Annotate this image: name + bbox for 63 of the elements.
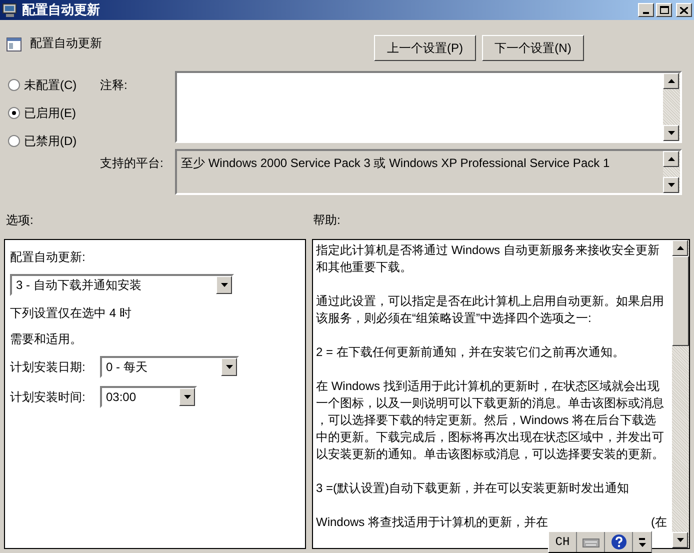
comment-label: 注释: — [100, 77, 128, 94]
policy-icon — [6, 36, 22, 52]
scroll-down-button[interactable] — [663, 177, 679, 193]
field-label: 计划安装日期: — [10, 359, 86, 376]
arrow-icon — [220, 283, 228, 287]
platform-label: 支持的平台: — [100, 155, 164, 172]
maximize-icon — [660, 6, 668, 14]
platform-field: 至少 Windows 2000 Service Pack 3 或 Windows XP Professional Service Pack 1 — [175, 149, 682, 195]
setting-title: 配置自动更新 — [30, 35, 102, 52]
arrow-icon — [668, 183, 674, 187]
scroll-up-button[interactable] — [663, 73, 679, 89]
dropdown[interactable]: 03:00 — [100, 386, 197, 408]
scrollbar[interactable] — [663, 151, 680, 193]
help-text: 该服务，则必须在“组策略设置”中选择四个选项之一: — [316, 310, 592, 327]
dropdown[interactable]: 3 - 自动下载并通知安装 — [10, 274, 234, 296]
help-text: 指定此计算机是否将通过 Windows 自动更新服务来接收安全更新 — [316, 242, 660, 259]
scrollbar[interactable] — [672, 240, 689, 548]
window-title: 配置自动更新 — [22, 1, 101, 20]
close-button[interactable] — [676, 3, 692, 17]
arrow-icon — [668, 79, 674, 83]
help-text: 中的更新。下载完成后，图标将再次出现在状态区域中，并发出可 — [316, 429, 665, 446]
radio-option[interactable]: 已启用(E) — [8, 99, 100, 127]
arrow-icon — [668, 157, 674, 161]
help-label: 帮助: — [313, 212, 340, 229]
language-button[interactable]: CH — [549, 532, 577, 552]
scroll-up-button[interactable] — [672, 240, 688, 256]
scroll-down-button[interactable] — [663, 125, 679, 141]
radio-option[interactable]: 未配置(C) — [8, 71, 100, 99]
help-text: 和其他重要下载。 — [316, 259, 413, 276]
scroll-up-button[interactable] — [663, 151, 679, 167]
scroll-down-button[interactable] — [672, 532, 688, 548]
minimize-button[interactable] — [638, 3, 654, 17]
scroll-thumb[interactable] — [672, 256, 689, 346]
help-text: 2 = 在下载任何更新前通知，并在安装它们之前再次通知。 — [316, 344, 626, 361]
comment-field[interactable] — [175, 71, 682, 143]
previous-setting-button[interactable]: 上一个设置(P) — [374, 35, 476, 61]
note-text: 需要和适用。 — [10, 331, 83, 348]
note-text: 下列设置仅在选中 4 时 — [10, 305, 132, 322]
field-label: 配置自动更新: — [10, 249, 86, 266]
arrow-icon — [668, 131, 674, 135]
arrow-icon — [676, 246, 684, 250]
help-text: 一个图标，以及一则说明可以下载更新的消息。单击该图标或消息 — [316, 395, 665, 412]
help-text: ，可以选择要下载的特定更新。然后，Windows 将在后台下载选 — [316, 412, 658, 429]
help-text: 在 Windows 找到适用于此计算机的更新时，在状态区域就会出现 — [316, 378, 660, 395]
arrow-icon — [184, 395, 190, 399]
field-label: 计划安装时间: — [10, 389, 86, 406]
next-setting-button[interactable]: 下一个设置(N) — [482, 35, 584, 61]
arrow-icon — [676, 538, 684, 542]
help-text: 通过此设置，可以指定是否在此计算机上启用自动更新。如果启用 — [316, 293, 665, 310]
scrollbar[interactable] — [663, 73, 680, 141]
help-text: (在 — [651, 514, 667, 531]
caret-icon — [638, 542, 646, 546]
computer-icon — [2, 2, 18, 18]
minus-icon — [639, 538, 645, 540]
help-text: 以安装更新的通知。单击该图标或消息，可以选择要安装的更新。 — [316, 446, 665, 463]
maximize-button[interactable] — [656, 3, 672, 17]
arrow-icon — [226, 365, 232, 369]
radio-option[interactable]: 已禁用(D) — [8, 127, 100, 155]
close-icon — [680, 6, 688, 14]
help-text: Windows 将查找适用于计算机的更新，并在 — [316, 514, 548, 531]
help-text: 3 =(默认设置)自动下载更新，并在可以安装更新时发出通知 — [316, 480, 630, 497]
dropdown[interactable]: 0 - 每天 — [100, 356, 239, 378]
options-label: 选项: — [6, 212, 34, 229]
